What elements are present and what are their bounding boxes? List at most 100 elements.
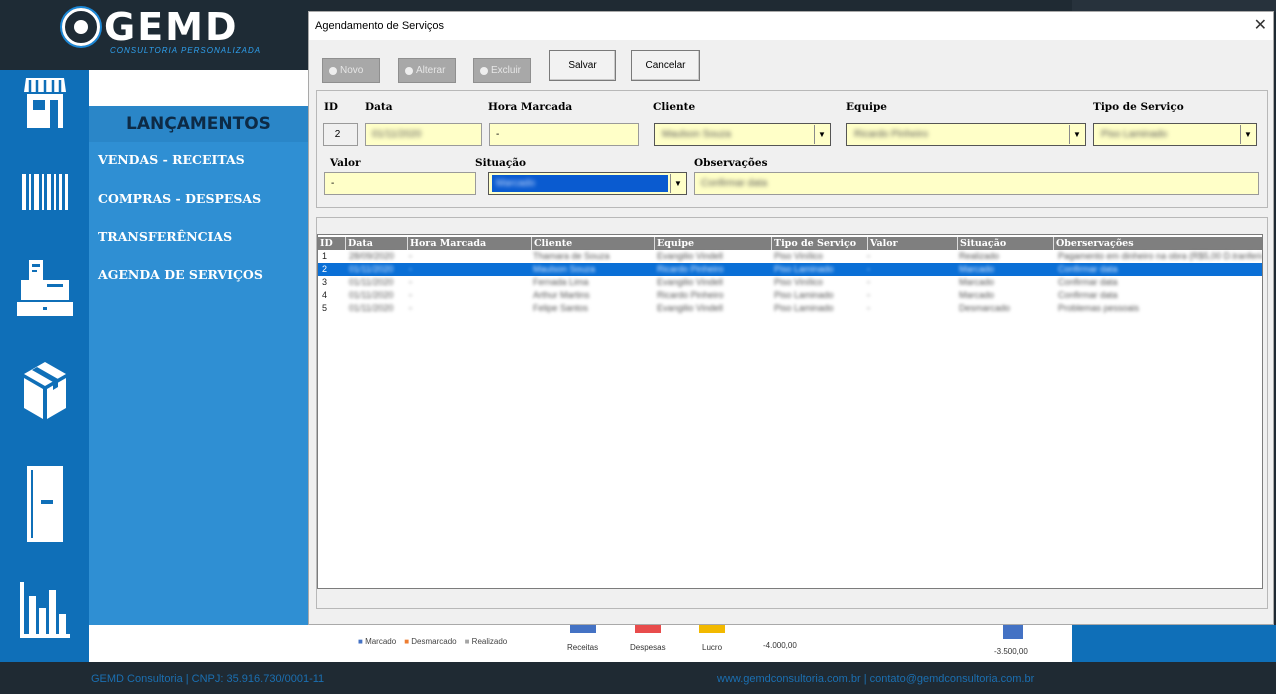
cell-equipe: Evangilio Vindell (657, 251, 723, 261)
cell-situacao: Marcado (959, 277, 995, 287)
column-header-observacoes[interactable]: Oberservações (1053, 237, 1262, 250)
cell-data: 01/11/2020 (349, 303, 394, 313)
valor-field[interactable]: - (324, 172, 476, 195)
data-field[interactable]: 01/11/2020 (365, 123, 482, 146)
menu-item-transferencias[interactable]: TRANSFERÊNCIAS (98, 229, 232, 244)
cell-cliente: Felipe Santos (533, 303, 589, 313)
chevron-down-icon[interactable]: ▼ (1069, 125, 1084, 144)
door-icon[interactable] (0, 466, 89, 542)
cell-cliente: Fernada Lima (533, 277, 589, 287)
store-icon[interactable] (0, 76, 89, 130)
background-panel-right (1072, 625, 1276, 662)
cell-id: 1 (322, 251, 328, 261)
situacao-value-text: Marcado (496, 178, 535, 189)
chevron-down-icon[interactable]: ▼ (814, 125, 829, 144)
table-row[interactable]: 4 01/11/2020 - Arthur Martins Ricardo Pinhei… (318, 289, 1262, 302)
cell-tipo-servico: Piso Laminado (774, 303, 834, 313)
bar-value (1003, 625, 1023, 639)
cell-tipo-servico: Piso Vinílico (774, 251, 823, 261)
excluir-label: Excluir (491, 65, 522, 76)
box-icon[interactable] (0, 360, 89, 422)
table-header: ID Data Hora Marcada Cliente Equipe Tipo… (318, 237, 1262, 250)
alterar-button[interactable]: Alterar (398, 58, 456, 83)
novo-label: Novo (340, 65, 364, 76)
column-header-cliente[interactable]: Cliente (531, 237, 654, 250)
alterar-label: Alterar (416, 65, 446, 76)
column-header-hora-marcada[interactable]: Hora Marcada (407, 237, 531, 250)
tipo-servico-value-text: Piso Laminado (1101, 129, 1168, 140)
cell-id: 3 (322, 277, 328, 287)
submenu-panel: LANÇAMENTOS VENDAS - RECEITAS COMPRAS - … (89, 70, 308, 625)
services-table[interactable]: ID Data Hora Marcada Cliente Equipe Tipo… (317, 234, 1263, 589)
novo-button[interactable]: Novo (322, 58, 380, 83)
cell-situacao: Realizado (959, 251, 1000, 261)
menu-item-agenda-servicos[interactable]: AGENDA DE SERVIÇOS (98, 267, 263, 282)
situacao-select[interactable]: Marcado ▼ (488, 172, 687, 195)
label-data: Data (365, 101, 393, 113)
label-id: ID (324, 101, 339, 113)
barcode-icon[interactable] (0, 174, 89, 210)
footer-company: GEMD Consultoria | CNPJ: 35.916.730/0001… (91, 673, 325, 685)
cell-id: 4 (322, 290, 328, 300)
cell-cliente: Thamara de Souza (533, 251, 610, 261)
cell-observacoes: Confirmar data (1058, 264, 1118, 274)
column-header-tipo-servico[interactable]: Tipo de Serviço (771, 237, 867, 250)
cell-valor: - (867, 303, 870, 313)
legend-item-realizado: Realizado (465, 637, 508, 646)
table-row[interactable]: 3 01/11/2020 - Fernada Lima Evangilio Vindel… (318, 276, 1262, 289)
salvar-button[interactable]: Salvar (549, 50, 616, 81)
cell-equipe: Evangilio Vindell (657, 277, 723, 287)
footer-contact[interactable]: www.gemdconsultoria.com.br | contato@gem… (717, 673, 1034, 685)
cell-valor: - (867, 277, 870, 287)
cell-equipe: Ricardo Pinheiro (657, 290, 724, 300)
cell-situacao: Marcado (959, 290, 995, 300)
cliente-value-text: Maulson Souza (662, 129, 731, 140)
bar-receitas (570, 625, 596, 633)
icon-sidebar (0, 70, 89, 662)
cash-register-icon[interactable] (0, 260, 89, 318)
cell-cliente: Maulson Souza (533, 264, 596, 274)
axis-value-label: -4.000,00 (763, 641, 797, 650)
column-header-data[interactable]: Data (345, 237, 407, 250)
chevron-down-icon[interactable]: ▼ (670, 174, 685, 193)
cell-equipe: Ricardo Pinheiro (657, 264, 724, 274)
column-header-valor[interactable]: Valor (867, 237, 957, 250)
cell-valor: - (867, 264, 870, 274)
cancelar-button[interactable]: Cancelar (631, 50, 700, 81)
logo-text: GEMD (104, 5, 239, 49)
bar-chart-icon[interactable] (0, 582, 89, 638)
logo-bar: GEMD CONSULTORIA PERSONALIZADA (0, 0, 310, 70)
cell-tipo-servico: Piso Laminado (774, 290, 834, 300)
table-row[interactable]: 2 01/11/2020 - Maulson Souza Ricardo Pinheir… (318, 263, 1262, 276)
footer: GEMD Consultoria | CNPJ: 35.916.730/0001… (0, 662, 1276, 694)
bar-value-label: -3.500,00 (994, 647, 1028, 656)
label-equipe: Equipe (846, 101, 887, 113)
column-header-situacao[interactable]: Situação (957, 237, 1053, 250)
menu-item-vendas-receitas[interactable]: VENDAS - RECEITAS (98, 152, 245, 167)
observacoes-field[interactable]: Confirmar data (694, 172, 1259, 195)
category-label-lucro: Lucro (702, 643, 723, 652)
column-header-id[interactable]: ID (318, 237, 345, 250)
menu-item-compras-despesas[interactable]: COMPRAS - DESPESAS (98, 191, 261, 206)
legend-item-desmarcado: Desmarcado (404, 637, 456, 646)
equipe-select[interactable]: Ricardo Pinheiro ▼ (846, 123, 1086, 146)
id-field[interactable]: 2 (323, 123, 358, 146)
data-value: 01/11/2020 (372, 129, 422, 140)
equipe-value-text: Ricardo Pinheiro (854, 129, 928, 140)
table-row[interactable]: 1 28/09/2020 - Thamara de Souza Evangilio Vi… (318, 250, 1262, 263)
label-valor: Valor (330, 157, 361, 169)
cliente-select[interactable]: Maulson Souza ▼ (654, 123, 831, 146)
table-row[interactable]: 5 01/11/2020 - Felipe Santos Evangilio Vinde… (318, 302, 1262, 315)
tipo-servico-select[interactable]: Piso Laminado ▼ (1093, 123, 1257, 146)
column-header-equipe[interactable]: Equipe (654, 237, 771, 250)
cell-observacoes: Confirmar data (1058, 277, 1118, 287)
hora-marcada-field[interactable]: - (489, 123, 639, 146)
close-icon[interactable]: ✕ (1254, 15, 1267, 35)
cell-id: 5 (322, 303, 328, 313)
label-observacoes: Observações (694, 157, 768, 169)
cell-situacao: Desmarcado (959, 303, 1011, 313)
cell-valor: - (867, 290, 870, 300)
cell-hora-marcada: - (409, 264, 412, 274)
chevron-down-icon[interactable]: ▼ (1240, 125, 1255, 144)
excluir-button[interactable]: Excluir (473, 58, 531, 83)
